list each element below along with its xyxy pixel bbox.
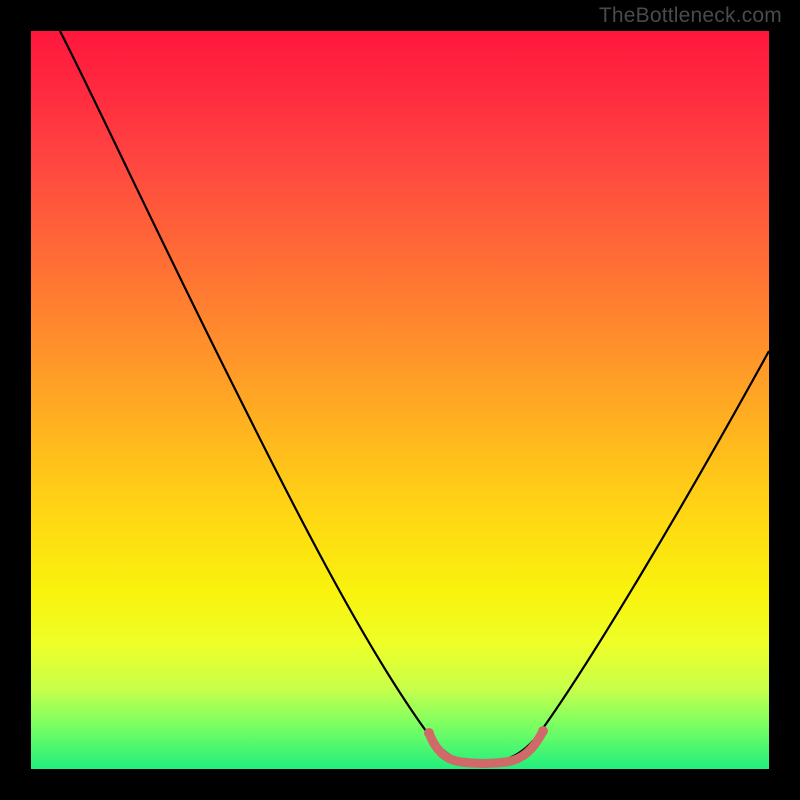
marker-endpoint-right-icon (538, 726, 548, 736)
watermark-text: TheBottleneck.com (599, 4, 782, 28)
plot-area (31, 31, 769, 769)
chart-frame: TheBottleneck.com (0, 0, 800, 800)
bottleneck-curve (60, 31, 769, 763)
marker-endpoint-left-icon (424, 728, 434, 738)
curve-layer (31, 31, 769, 769)
